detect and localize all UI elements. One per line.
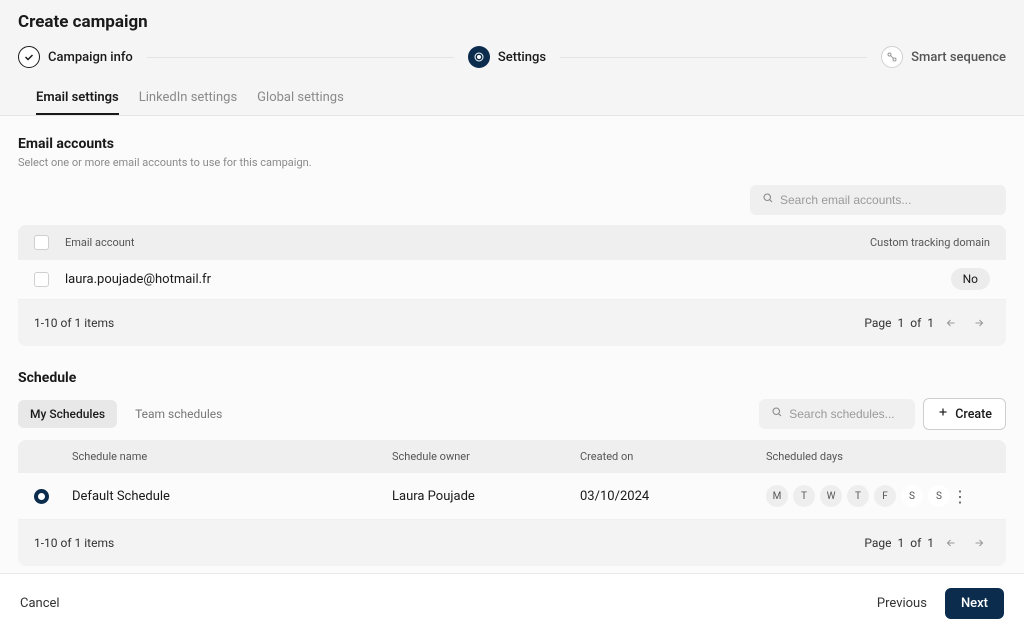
previous-button[interactable]: Previous xyxy=(877,596,927,611)
tab-linkedin-settings[interactable]: LinkedIn settings xyxy=(139,82,237,115)
page-label: Page xyxy=(864,536,891,550)
tab-global-settings[interactable]: Global settings xyxy=(257,82,344,115)
step-campaign-info[interactable]: Campaign info xyxy=(18,46,133,68)
range-text: 1-10 of 1 items xyxy=(34,316,114,330)
tab-my-schedules[interactable]: My Schedules xyxy=(18,400,117,428)
check-icon xyxy=(18,46,40,68)
next-page-button[interactable] xyxy=(968,532,990,554)
page-label: Page xyxy=(864,316,891,330)
day-pill: T xyxy=(847,485,869,507)
schedule-title: Schedule xyxy=(18,370,1006,386)
email-accounts-title: Email accounts xyxy=(18,136,1006,152)
day-pill: S xyxy=(901,485,923,507)
step3-label: Smart sequence xyxy=(911,50,1006,65)
col-scheduled-days: Scheduled days xyxy=(766,450,950,463)
day-pill: S xyxy=(928,485,950,507)
search-icon xyxy=(762,192,774,208)
step1-label: Campaign info xyxy=(48,50,133,65)
cancel-button[interactable]: Cancel xyxy=(20,596,60,611)
col-created-on: Created on xyxy=(580,450,766,463)
search-schedules-input[interactable] xyxy=(789,407,903,421)
page-total: 1 xyxy=(927,316,934,330)
page-current: 1 xyxy=(897,536,904,550)
plus-icon xyxy=(937,406,949,422)
email-accounts-desc: Select one or more email accounts to use… xyxy=(18,156,1006,169)
row-radio[interactable] xyxy=(34,489,49,504)
page-of: of xyxy=(910,316,921,330)
search-email-accounts[interactable] xyxy=(750,185,1006,215)
search-icon xyxy=(771,406,783,422)
step-smart-sequence[interactable]: Smart sequence xyxy=(881,46,1006,68)
settings-tabs: Email settings LinkedIn settings Global … xyxy=(18,82,1006,115)
prev-page-button[interactable] xyxy=(940,532,962,554)
schedule-table-footer: 1-10 of 1 items Page 1 of 1 xyxy=(18,520,1006,566)
step-settings[interactable]: Settings xyxy=(468,46,546,68)
schedule-table: Schedule name Schedule owner Created on … xyxy=(18,440,1006,566)
step2-label: Settings xyxy=(498,50,546,65)
next-button[interactable]: Next xyxy=(945,588,1004,619)
sequence-icon xyxy=(881,46,903,68)
schedule-owner-cell: Laura Poujade xyxy=(392,489,580,504)
tab-team-schedules[interactable]: Team schedules xyxy=(123,400,234,428)
col-email-account: Email account xyxy=(49,236,830,249)
page-of: of xyxy=(910,536,921,550)
schedule-created-cell: 03/10/2024 xyxy=(580,489,766,504)
email-table-footer: 1-10 of 1 items Page 1 of 1 xyxy=(18,300,1006,346)
day-pill: F xyxy=(874,485,896,507)
row-checkbox[interactable] xyxy=(34,272,49,287)
page-current: 1 xyxy=(897,316,904,330)
range-text: 1-10 of 1 items xyxy=(34,536,114,550)
create-label: Create xyxy=(955,407,992,422)
page-total: 1 xyxy=(927,536,934,550)
email-accounts-table: Email account Custom tracking domain lau… xyxy=(18,225,1006,346)
day-pill: M xyxy=(766,485,788,507)
page-title: Create campaign xyxy=(18,12,1006,32)
table-row[interactable]: Default Schedule Laura Poujade 03/10/202… xyxy=(18,473,1006,520)
scheduled-days: M T W T F S S xyxy=(766,485,950,507)
col-tracking-domain: Custom tracking domain xyxy=(830,236,990,249)
email-cell: laura.poujade@hotmail.fr xyxy=(49,272,830,287)
search-schedules[interactable] xyxy=(759,399,915,429)
table-row[interactable]: laura.poujade@hotmail.fr No xyxy=(18,260,1006,300)
create-schedule-button[interactable]: Create xyxy=(923,398,1006,430)
search-email-input[interactable] xyxy=(780,193,994,207)
tracking-badge: No xyxy=(951,268,990,290)
step-line xyxy=(560,57,867,58)
schedule-name-cell: Default Schedule xyxy=(72,489,392,504)
day-pill: T xyxy=(793,485,815,507)
col-schedule-name: Schedule name xyxy=(72,450,392,463)
next-page-button[interactable] xyxy=(968,312,990,334)
step-line xyxy=(147,57,454,58)
tab-email-settings[interactable]: Email settings xyxy=(36,82,119,115)
schedule-tabs: My Schedules Team schedules xyxy=(18,400,234,428)
day-pill: W xyxy=(820,485,842,507)
target-icon xyxy=(468,46,490,68)
col-schedule-owner: Schedule owner xyxy=(392,450,580,463)
row-more-button[interactable]: ⋮ xyxy=(950,487,970,506)
select-all-checkbox[interactable] xyxy=(34,235,49,250)
stepper: Campaign info Settings Smart sequence xyxy=(18,46,1006,68)
prev-page-button[interactable] xyxy=(940,312,962,334)
footer-bar: Cancel Previous Next xyxy=(0,573,1024,633)
